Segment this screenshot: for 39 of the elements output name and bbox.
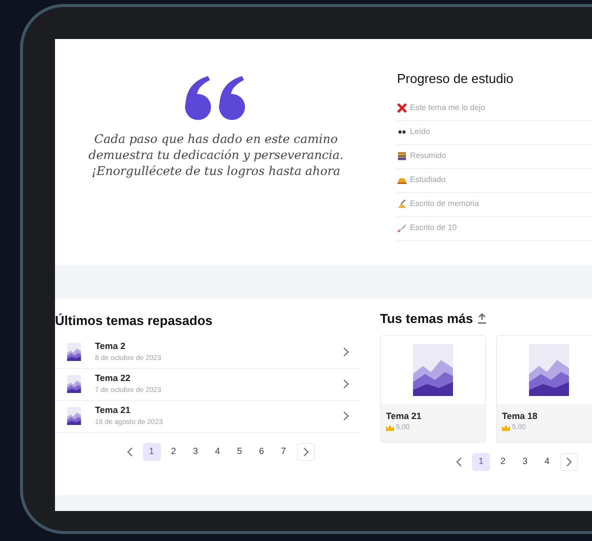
page-button[interactable]: 6: [252, 442, 270, 460]
book-cover-drawing: [413, 344, 453, 396]
crown-icon: [386, 425, 394, 432]
previous-page-icon[interactable]: [126, 446, 134, 456]
page-button[interactable]: 1: [142, 442, 160, 460]
previous-page-icon[interactable]: [455, 456, 463, 466]
page-button[interactable]: 1: [472, 452, 490, 470]
book-cover-drawing: [67, 375, 81, 393]
chevron-right-icon[interactable]: [342, 379, 350, 389]
section-title: Tus temas más: [380, 310, 473, 328]
topic-title: Tema 21: [386, 410, 422, 422]
book-cover-drawing: [67, 343, 81, 361]
page-button[interactable]: 2: [494, 452, 512, 470]
topic-title: Tema 21: [95, 404, 132, 417]
quote-mark-icon: [184, 75, 248, 121]
section-title: Progreso de estudio: [397, 70, 514, 88]
page-button[interactable]: 4: [538, 452, 556, 470]
books-icon: [397, 151, 407, 161]
crown-icon: [502, 425, 510, 432]
topic-title: Tema 2: [95, 340, 126, 353]
page-button[interactable]: 5: [230, 442, 248, 460]
chevron-right-icon[interactable]: [342, 347, 350, 357]
section-title: Últimos temas repasados: [55, 312, 214, 330]
quote-text: Cada paso que has dado en este camino demuestra tu dedicación y perseverancia. ¡Enorgullécete de tus logros hasta ahora: [88, 131, 344, 179]
page-button[interactable]: 3: [516, 452, 534, 470]
topic-title: Tema 18: [502, 410, 538, 422]
topic-title: Tema 22: [95, 372, 132, 385]
book-cover-drawing: [529, 344, 569, 396]
page-button[interactable]: 2: [164, 442, 182, 460]
cross-icon: [397, 103, 407, 113]
book-cover-drawing: [67, 407, 81, 425]
chevron-right-icon[interactable]: [342, 411, 350, 421]
page-button[interactable]: 4: [208, 442, 226, 460]
next-page-icon[interactable]: [565, 456, 573, 466]
writing-hand-icon: [397, 199, 407, 209]
page-button[interactable]: 3: [186, 442, 204, 460]
upload-icon: [476, 313, 487, 324]
next-page-icon[interactable]: [302, 446, 310, 456]
page-button[interactable]: 7: [274, 442, 292, 460]
